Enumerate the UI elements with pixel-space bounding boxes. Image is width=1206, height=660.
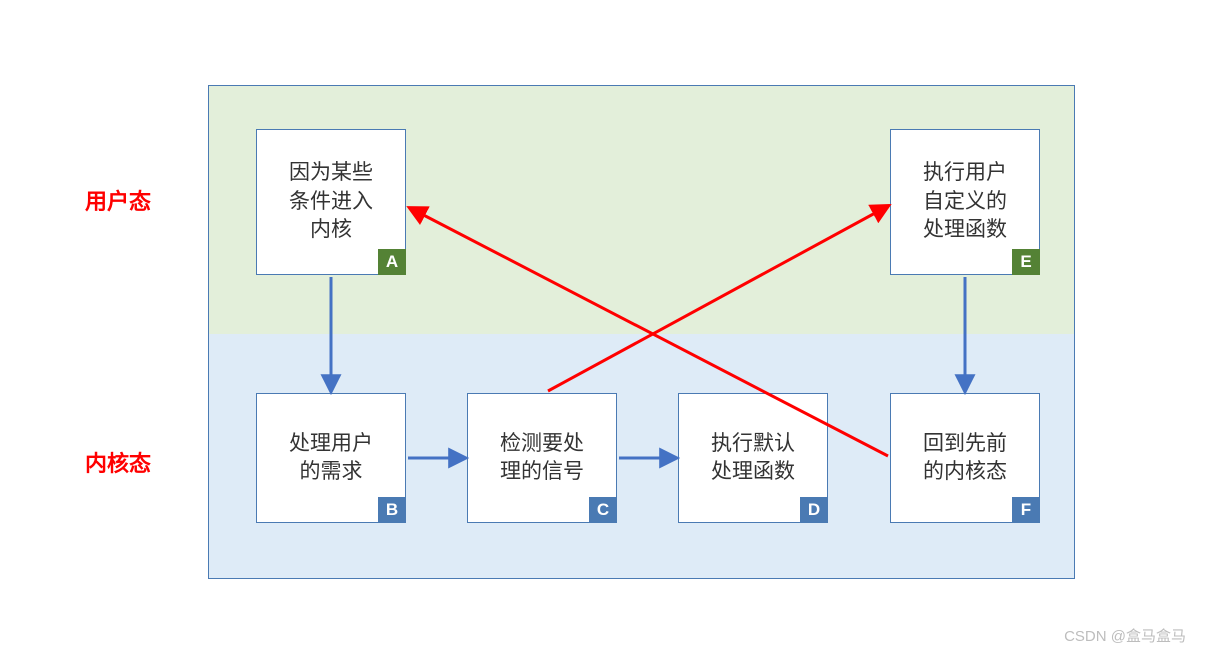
node-c-tag: C	[589, 497, 617, 523]
node-c: 检测要处理的信号 C	[467, 393, 617, 523]
node-b: 处理用户的需求 B	[256, 393, 406, 523]
node-a: 因为某些条件进入内核 A	[256, 129, 406, 275]
node-a-text: 因为某些条件进入内核	[289, 159, 373, 244]
node-b-tag: B	[378, 497, 406, 523]
label-user-mode: 用户态	[85, 184, 151, 216]
node-f-text: 回到先前的内核态	[923, 430, 1007, 487]
node-e: 执行用户自定义的处理函数 E	[890, 129, 1040, 275]
node-e-tag: E	[1012, 249, 1040, 275]
node-a-tag: A	[378, 249, 406, 275]
diagram-stage: 用户态 内核态 因为某些条件进入内核 A 执行用户自定义的处理函数 E 处理用户…	[0, 0, 1206, 660]
node-b-text: 处理用户的需求	[289, 430, 373, 487]
node-d-text: 执行默认处理函数	[711, 430, 795, 487]
node-d: 执行默认处理函数 D	[678, 393, 828, 523]
node-f-tag: F	[1012, 497, 1040, 523]
node-c-text: 检测要处理的信号	[500, 430, 584, 487]
node-f: 回到先前的内核态 F	[890, 393, 1040, 523]
node-d-tag: D	[800, 497, 828, 523]
label-kernel-mode: 内核态	[85, 446, 151, 478]
watermark: CSDN @盒马盒马	[1064, 625, 1186, 646]
node-e-text: 执行用户自定义的处理函数	[923, 159, 1007, 244]
